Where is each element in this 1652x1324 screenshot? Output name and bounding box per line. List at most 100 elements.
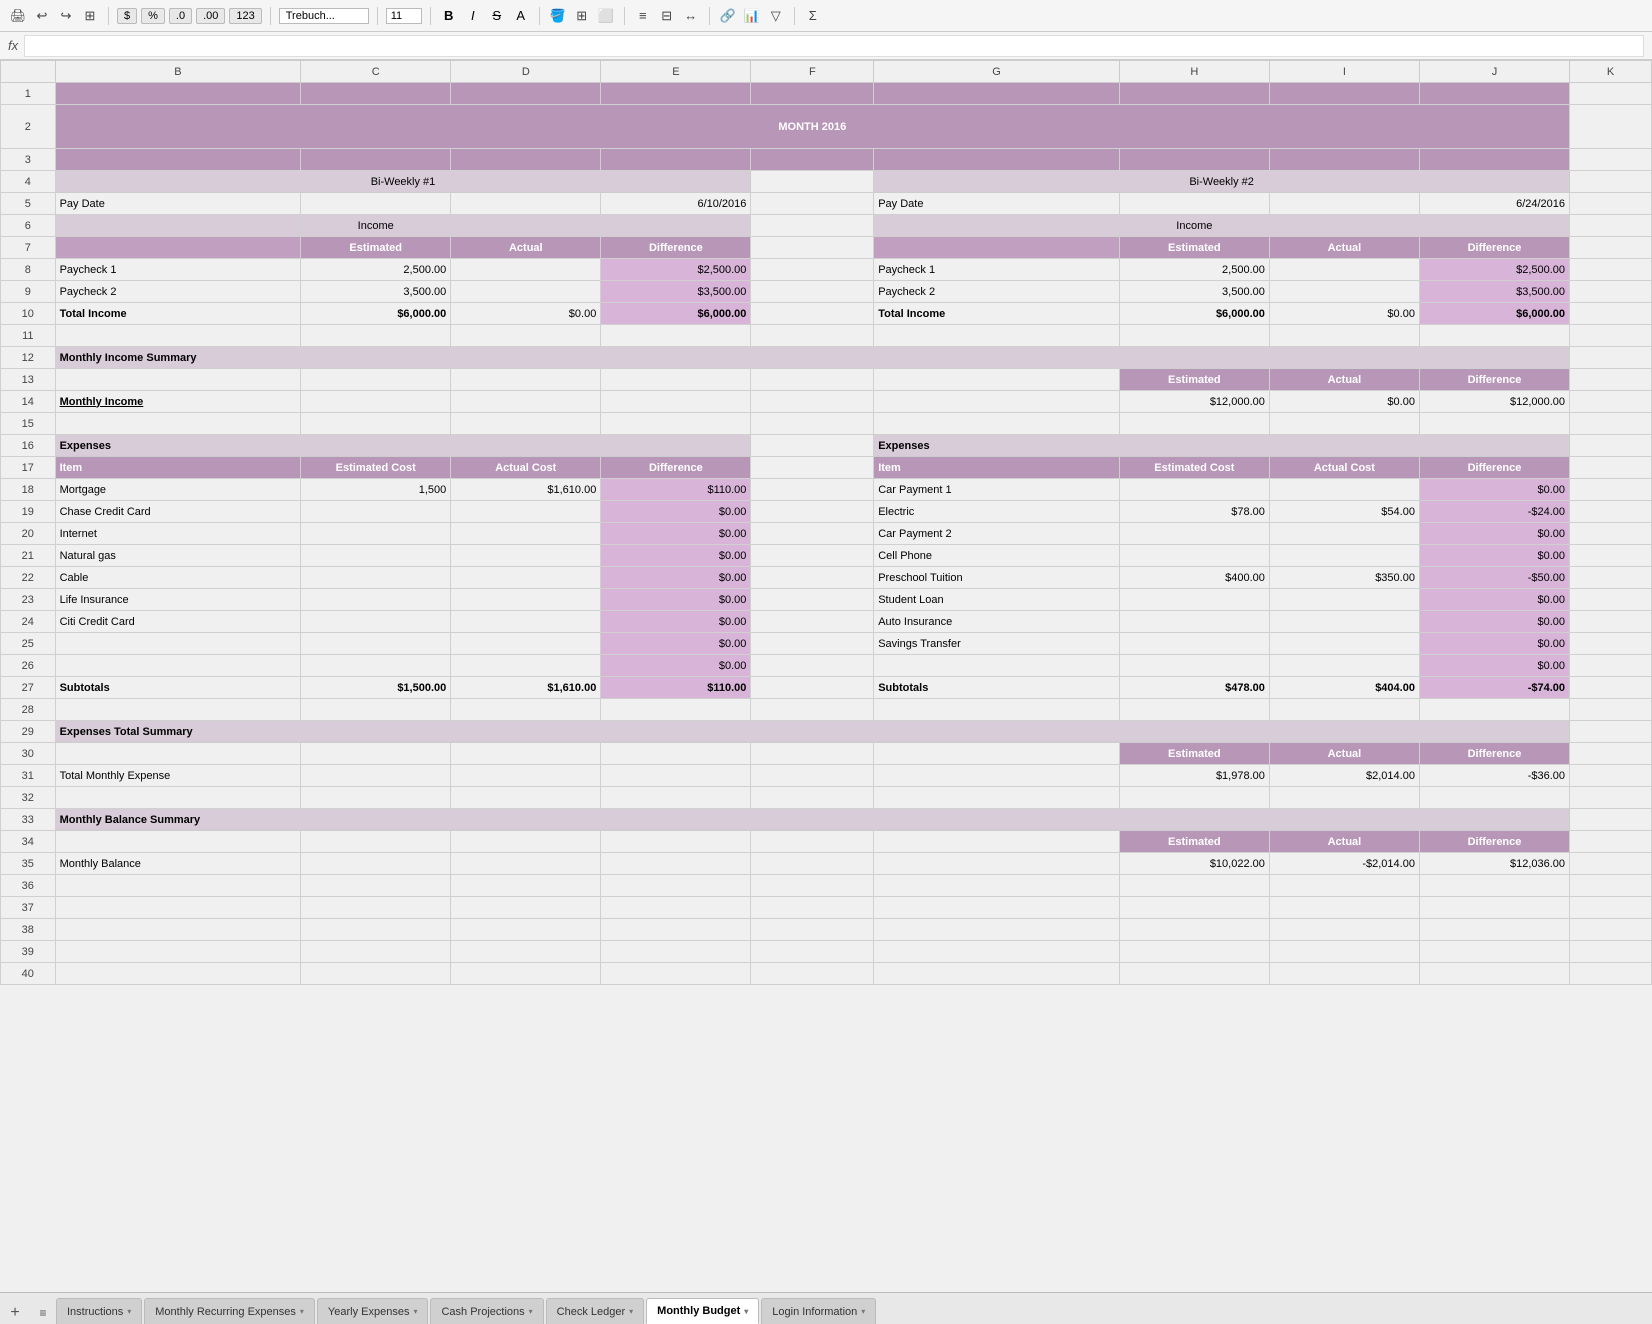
cell-b40[interactable] (55, 963, 301, 985)
cell-g11[interactable] (874, 325, 1120, 347)
cell-f35[interactable] (751, 853, 874, 875)
cell-b25[interactable] (55, 633, 301, 655)
cell-j6[interactable] (1419, 215, 1569, 237)
cell-d20[interactable] (451, 523, 601, 545)
cell-i35[interactable]: -$2,014.00 (1269, 853, 1419, 875)
cell-c19[interactable] (301, 501, 451, 523)
cell-k16[interactable] (1570, 435, 1652, 457)
cell-g10[interactable]: Total Income (874, 303, 1120, 325)
cell-e15[interactable] (601, 413, 751, 435)
cell-k2[interactable] (1570, 105, 1652, 149)
redo-icon[interactable]: ↪ (56, 6, 76, 26)
cell-e35[interactable] (601, 853, 751, 875)
cell-c25[interactable] (301, 633, 451, 655)
cell-b12[interactable]: Monthly Income Summary (55, 347, 1569, 369)
cell-k24[interactable] (1570, 611, 1652, 633)
cell-h20[interactable] (1119, 523, 1269, 545)
wrap-icon[interactable]: ↔ (681, 6, 701, 26)
cell-g3[interactable] (874, 149, 1120, 171)
cell-b14[interactable]: Monthly Income (55, 391, 301, 413)
col-header-f[interactable]: F (751, 61, 874, 83)
cell-d11[interactable] (451, 325, 601, 347)
cell-k36[interactable] (1570, 875, 1652, 897)
cell-b23[interactable]: Life Insurance (55, 589, 301, 611)
cell-f18[interactable] (751, 479, 874, 501)
cell-e22[interactable]: $0.00 (601, 567, 751, 589)
tab-instructions[interactable]: Instructions ▾ (56, 1298, 142, 1324)
tab-monthly-recurring[interactable]: Monthly Recurring Expenses ▾ (144, 1298, 315, 1324)
cell-d15[interactable] (451, 413, 601, 435)
cell-b7[interactable] (55, 237, 301, 259)
cell-d31[interactable] (451, 765, 601, 787)
cell-b6[interactable] (55, 215, 301, 237)
cell-i11[interactable] (1269, 325, 1419, 347)
cell-f37[interactable] (751, 897, 874, 919)
cell-e21[interactable]: $0.00 (601, 545, 751, 567)
cell-i17[interactable]: Actual Cost (1269, 457, 1419, 479)
cell-g6[interactable] (874, 215, 1120, 237)
cell-g31[interactable] (874, 765, 1120, 787)
cell-d17[interactable]: Actual Cost (451, 457, 601, 479)
tab-monthly-budget[interactable]: Monthly Budget ▾ (646, 1298, 759, 1324)
cell-i30[interactable]: Actual (1269, 743, 1419, 765)
col-header-h[interactable]: H (1119, 61, 1269, 83)
cell-k8[interactable] (1570, 259, 1652, 281)
cell-i19[interactable]: $54.00 (1269, 501, 1419, 523)
cell-b32[interactable] (55, 787, 301, 809)
cell-i31[interactable]: $2,014.00 (1269, 765, 1419, 787)
cell-e9[interactable]: $3,500.00 (601, 281, 751, 303)
cell-f22[interactable] (751, 567, 874, 589)
cell-b27[interactable]: Subtotals (55, 677, 301, 699)
cell-i34[interactable]: Actual (1269, 831, 1419, 853)
cell-i3[interactable] (1269, 149, 1419, 171)
italic-btn[interactable]: I (463, 6, 483, 26)
cell-c1[interactable] (301, 83, 451, 105)
cell-i25[interactable] (1269, 633, 1419, 655)
cell-d36[interactable] (451, 875, 601, 897)
cell-f15[interactable] (751, 413, 874, 435)
cell-k37[interactable] (1570, 897, 1652, 919)
cell-f40[interactable] (751, 963, 874, 985)
cell-k22[interactable] (1570, 567, 1652, 589)
cell-k9[interactable] (1570, 281, 1652, 303)
cell-e17[interactable]: Difference (601, 457, 751, 479)
cell-d35[interactable] (451, 853, 601, 875)
cell-h40[interactable] (1119, 963, 1269, 985)
cell-d40[interactable] (451, 963, 601, 985)
cell-b20[interactable]: Internet (55, 523, 301, 545)
cell-e24[interactable]: $0.00 (601, 611, 751, 633)
cell-k3[interactable] (1570, 149, 1652, 171)
cell-k17[interactable] (1570, 457, 1652, 479)
cell-e6[interactable] (601, 215, 751, 237)
cell-d22[interactable] (451, 567, 601, 589)
cell-e37[interactable] (601, 897, 751, 919)
cell-d26[interactable] (451, 655, 601, 677)
cell-k20[interactable] (1570, 523, 1652, 545)
cell-g16[interactable]: Expenses (874, 435, 1570, 457)
cell-c28[interactable] (301, 699, 451, 721)
cell-c10[interactable]: $6,000.00 (301, 303, 451, 325)
cell-b18[interactable]: Mortgage (55, 479, 301, 501)
cell-d18[interactable]: $1,610.00 (451, 479, 601, 501)
cell-i14[interactable]: $0.00 (1269, 391, 1419, 413)
cell-d6[interactable] (451, 215, 601, 237)
cell-d23[interactable] (451, 589, 601, 611)
tab-cash-projections[interactable]: Cash Projections ▾ (430, 1298, 543, 1324)
cell-k7[interactable] (1570, 237, 1652, 259)
cell-g25[interactable]: Savings Transfer (874, 633, 1120, 655)
formula-input[interactable] (24, 35, 1644, 57)
cell-d5[interactable] (451, 193, 601, 215)
cell-c32[interactable] (301, 787, 451, 809)
cell-j17[interactable]: Difference (1419, 457, 1569, 479)
cell-h22[interactable]: $400.00 (1119, 567, 1269, 589)
cell-g8[interactable]: Paycheck 1 (874, 259, 1120, 281)
cell-k4[interactable] (1570, 171, 1652, 193)
cell-f19[interactable] (751, 501, 874, 523)
format-icon[interactable]: ⊞ (80, 6, 100, 26)
cell-j39[interactable] (1419, 941, 1569, 963)
cell-d3[interactable] (451, 149, 601, 171)
cell-h10[interactable]: $6,000.00 (1119, 303, 1269, 325)
cell-b16[interactable]: Expenses (55, 435, 751, 457)
cell-d14[interactable] (451, 391, 601, 413)
cell-i7[interactable]: Actual (1269, 237, 1419, 259)
